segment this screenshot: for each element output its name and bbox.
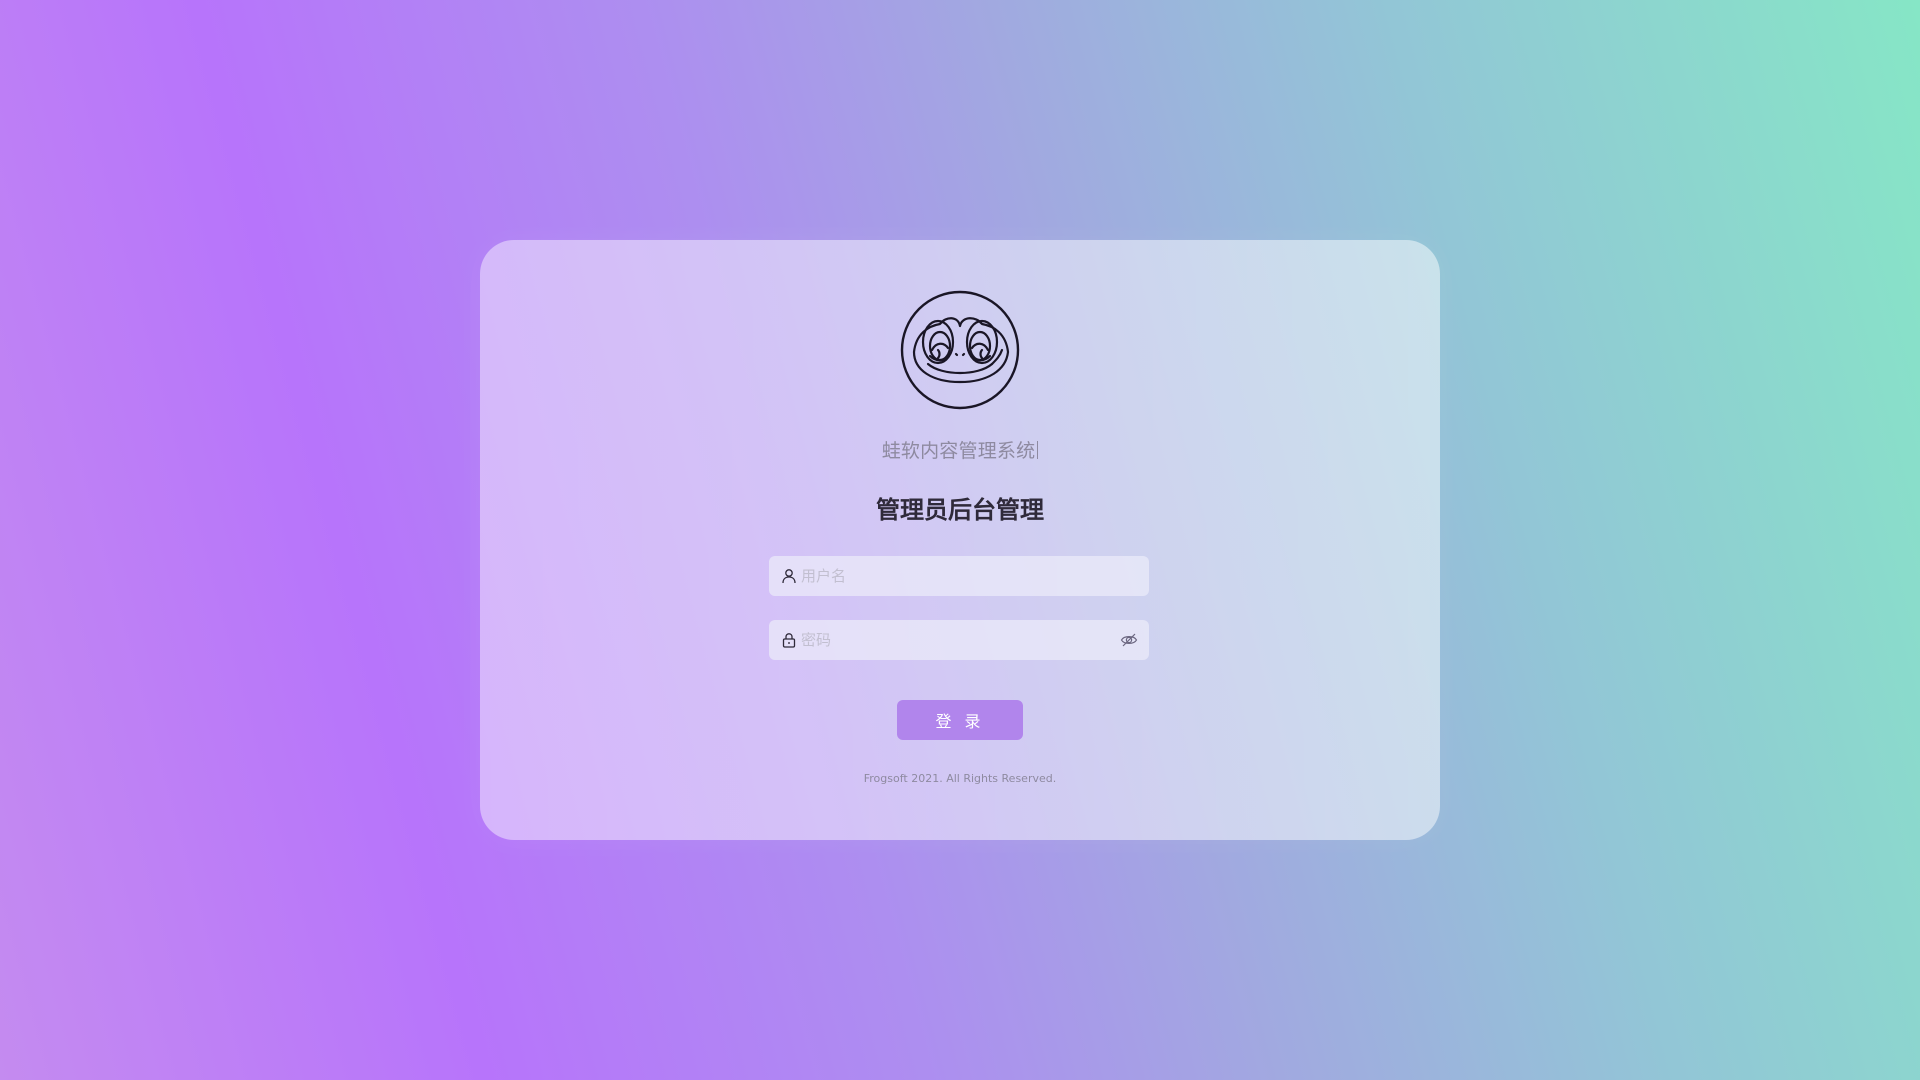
- username-input[interactable]: [801, 556, 1101, 596]
- password-input[interactable]: [801, 620, 1101, 660]
- username-field[interactable]: [769, 556, 1149, 596]
- login-card: 蛙软内容管理系统 管理员后台管理 登 录 Fr: [480, 240, 1440, 840]
- password-field[interactable]: [769, 620, 1149, 660]
- copyright-footer: Frogsoft 2021. All Rights Reserved.: [863, 772, 1057, 785]
- frog-logo-icon: [900, 290, 1020, 410]
- typing-caret: [1037, 441, 1039, 459]
- app-subtitle: 蛙软内容管理系统: [480, 436, 1440, 463]
- login-button[interactable]: 登 录: [897, 700, 1023, 740]
- user-icon: [781, 568, 797, 584]
- lock-icon: [781, 632, 797, 648]
- app-subtitle-text: 蛙软内容管理系统: [881, 440, 1036, 462]
- page-title: 管理员后台管理: [876, 496, 1044, 524]
- eye-off-icon[interactable]: [1120, 631, 1138, 649]
